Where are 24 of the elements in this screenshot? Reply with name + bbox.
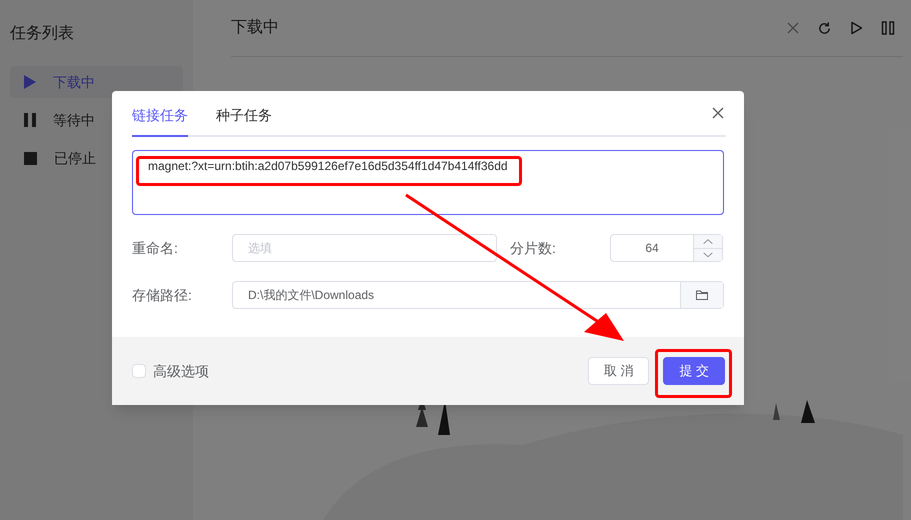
splits-label: 分片数:	[510, 238, 557, 258]
folder-icon	[696, 290, 708, 300]
splits-input[interactable]: 64	[610, 234, 723, 262]
tab[interactable]: 种子任务	[216, 105, 272, 137]
pause-icon[interactable]	[881, 21, 895, 35]
cancel-button[interactable]: 取 消	[588, 357, 650, 385]
folder-button[interactable]	[680, 282, 723, 308]
close-icon[interactable]	[712, 107, 724, 119]
sidebar-title: 任务列表	[10, 24, 75, 44]
submit-button[interactable]: 提 交	[663, 357, 725, 385]
pause-icon	[24, 113, 36, 127]
path-input[interactable]: D:\我的文件\Downloads	[232, 281, 724, 309]
link-input[interactable]: magnet:?xt=urn:btih:a2d07b599126ef7e16d5d354ff1d47b414ff36dd	[132, 150, 724, 215]
refresh-icon[interactable]	[817, 20, 832, 36]
path-label: 存储路径:	[132, 286, 193, 304]
tab[interactable]: 链接任务	[132, 105, 188, 137]
advanced-options-label: 高级选项	[153, 362, 209, 380]
page-title: 下载中	[231, 18, 280, 38]
play-icon[interactable]	[850, 21, 863, 35]
rename-input[interactable]: 选填	[232, 234, 497, 262]
checkbox[interactable]	[132, 364, 146, 378]
stop-icon	[24, 152, 37, 164]
rename-label: 重命名:	[132, 238, 179, 258]
play-icon	[24, 75, 36, 89]
